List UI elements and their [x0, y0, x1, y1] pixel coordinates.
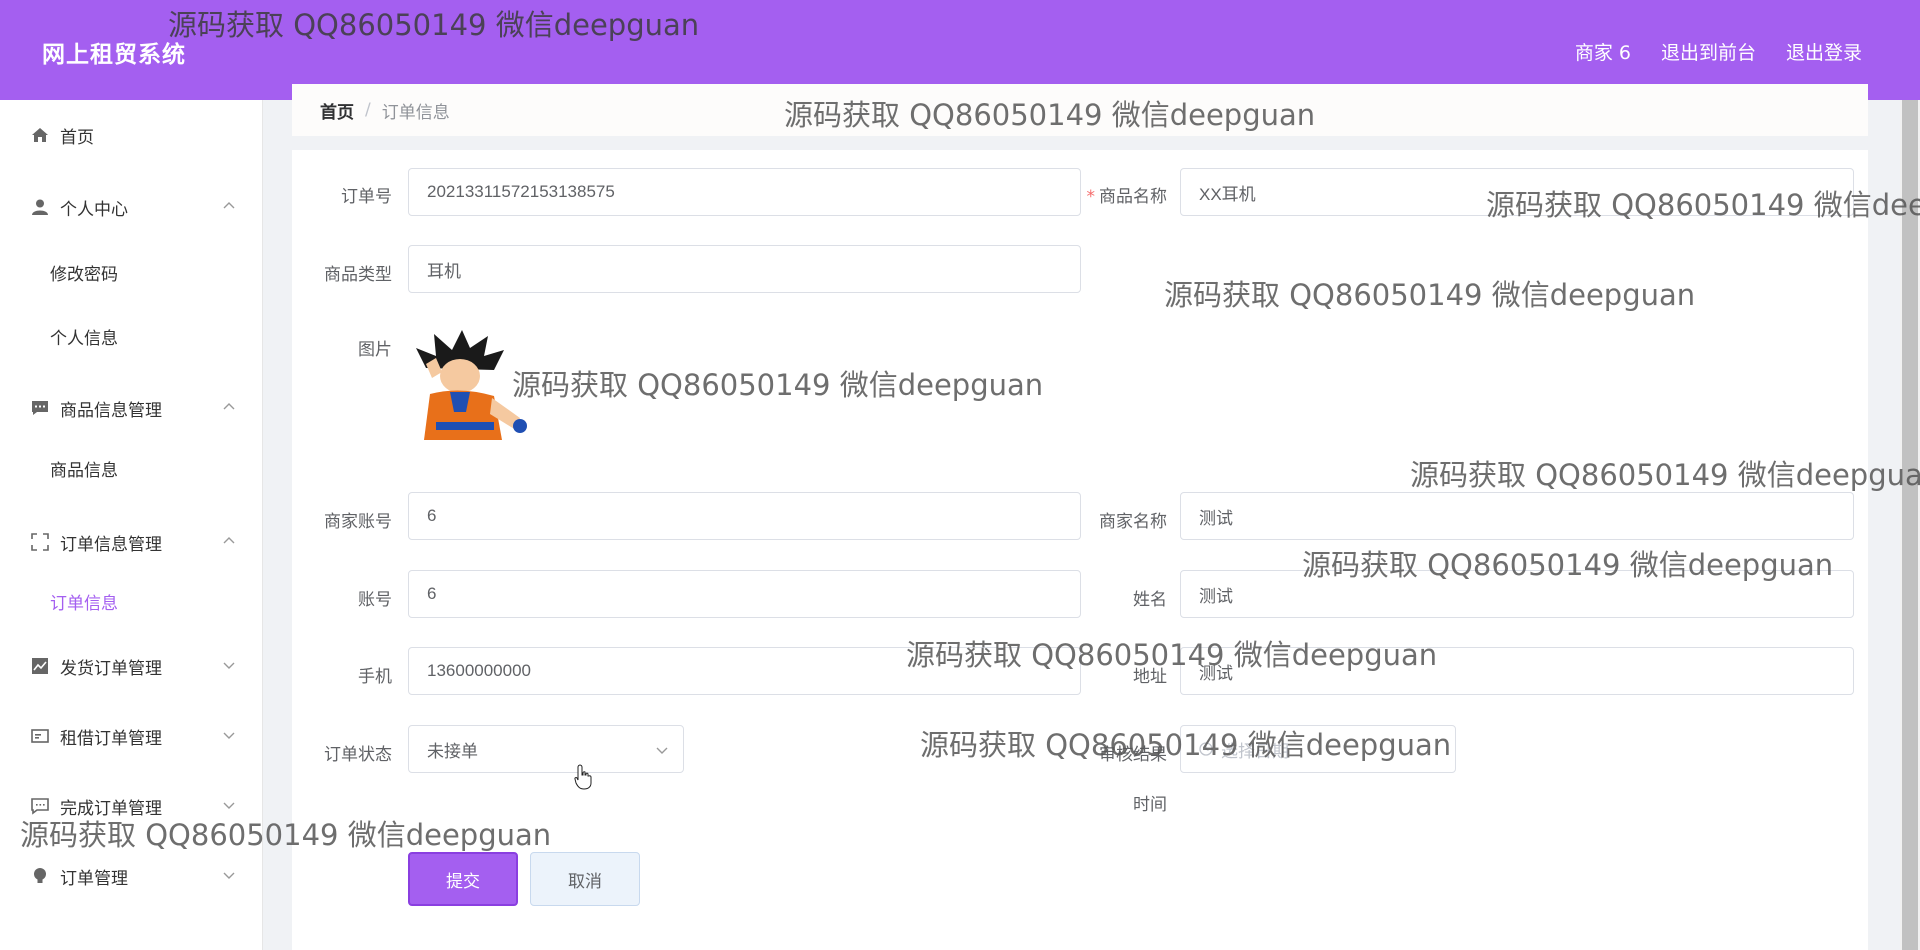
sidebar-item-order-management[interactable]: 订单信息管理: [0, 522, 262, 562]
home-icon: [30, 125, 50, 145]
chevron-up-icon: [223, 537, 235, 544]
top-nav: 商家 6 退出到前台 退出登录: [1575, 38, 1862, 65]
image-label: 图片: [358, 340, 392, 360]
chevron-up-icon: [223, 403, 235, 410]
sidebar-subitem-personal-info[interactable]: 个人信息: [50, 324, 118, 349]
product-image: [408, 328, 536, 450]
account-input[interactable]: 6: [408, 570, 1081, 618]
breadcrumb: 首页 / 订单信息: [292, 84, 1868, 136]
chevron-down-icon: [223, 732, 235, 739]
card-icon: [30, 726, 50, 746]
merchant-account-input[interactable]: 6: [408, 492, 1081, 540]
order-status-label: 订单状态: [324, 745, 392, 765]
chevron-down-icon: [223, 802, 235, 809]
sidebar-item-product-management[interactable]: 商品信息管理: [0, 388, 262, 428]
merchant-account-link[interactable]: 商家 6: [1575, 38, 1631, 65]
sidebar-subitem-change-password[interactable]: 修改密码: [50, 260, 118, 285]
merchant-name-input[interactable]: 测试: [1180, 492, 1854, 540]
product-type-label: 商品类型: [324, 265, 392, 285]
address-input[interactable]: 测试: [1180, 647, 1854, 695]
scrollbar-thumb[interactable]: [1902, 100, 1918, 950]
product-name-label: * 商品名称: [1086, 187, 1168, 207]
sidebar-item-label: 租借订单管理: [60, 728, 162, 749]
app-title: 网上租贸系统: [42, 42, 186, 68]
chat-icon: [30, 398, 50, 418]
phone-label: 手机: [358, 667, 392, 687]
chevron-up-icon: [223, 202, 235, 209]
submit-button[interactable]: 提交: [408, 852, 518, 906]
fullscreen-icon: [30, 532, 50, 552]
order-status-value: 未接单: [427, 741, 478, 761]
user-icon: [30, 197, 50, 217]
product-name-input[interactable]: XX耳机: [1180, 168, 1854, 216]
chevron-down-icon: [223, 662, 235, 669]
vertical-scrollbar[interactable]: [1900, 100, 1920, 950]
clock-icon: [1199, 742, 1213, 756]
order-no-input[interactable]: 20213311572153138575: [408, 168, 1081, 216]
account-label: 账号: [358, 590, 392, 610]
address-label: 地址: [1133, 667, 1167, 687]
cancel-button[interactable]: 取消: [530, 852, 640, 906]
chevron-down-icon: [223, 872, 235, 879]
sidebar-item-label: 完成订单管理: [60, 798, 162, 819]
sidebar-item-label: 订单管理: [60, 868, 128, 889]
breadcrumb-home[interactable]: 首页: [320, 98, 354, 123]
chevron-down-icon: [656, 747, 668, 754]
sidebar-item-label: 个人中心: [60, 199, 128, 220]
product-type-input[interactable]: 耳机: [408, 245, 1081, 293]
sidebar-subitem-order-info[interactable]: 订单信息: [50, 589, 118, 614]
sidebar-item-label: 首页: [60, 127, 94, 148]
bulb-icon: [30, 866, 50, 886]
sidebar: 首页 个人中心 修改密码 个人信息 商品信息管理 商品信息 订单信息管理 订单信…: [0, 100, 263, 950]
sidebar-item-label: 订单信息管理: [60, 534, 162, 555]
review-time-picker[interactable]: 选择日期: [1180, 725, 1456, 773]
sidebar-item-label: 商品信息管理: [60, 400, 162, 421]
sidebar-item-label: 发货订单管理: [60, 658, 162, 679]
sidebar-item-shipping-orders[interactable]: 发货订单管理: [0, 646, 262, 686]
sidebar-item-home[interactable]: 首页: [0, 115, 262, 155]
merchant-account-label: 商家账号: [324, 512, 392, 532]
time-label: 时间: [1133, 795, 1167, 815]
order-status-select[interactable]: 未接单: [408, 725, 684, 773]
review-result-label: 审核结果: [1099, 745, 1167, 765]
order-no-label: 订单号: [341, 187, 392, 207]
hand-cursor-icon: [574, 764, 592, 790]
sidebar-item-rental-orders[interactable]: 租借订单管理: [0, 716, 262, 756]
logout-link[interactable]: 退出登录: [1786, 38, 1862, 65]
required-mark: *: [1086, 187, 1096, 207]
comment-icon: [30, 796, 50, 816]
phone-input[interactable]: 13600000000: [408, 647, 1081, 695]
date-placeholder: 选择日期: [1221, 741, 1289, 761]
sidebar-subitem-product-info[interactable]: 商品信息: [50, 456, 118, 481]
chart-icon: [30, 656, 50, 676]
breadcrumb-separator: /: [365, 100, 371, 120]
sidebar-item-personal-center[interactable]: 个人中心: [0, 187, 262, 227]
sidebar-item-orders[interactable]: 订单管理: [0, 856, 262, 896]
breadcrumb-current: 订单信息: [381, 102, 450, 123]
sidebar-item-completed-orders[interactable]: 完成订单管理: [0, 786, 262, 826]
name-label: 姓名: [1133, 590, 1167, 610]
merchant-name-label: 商家名称: [1099, 512, 1167, 532]
back-to-frontend-link[interactable]: 退出到前台: [1661, 38, 1756, 65]
name-input[interactable]: 测试: [1180, 570, 1854, 618]
